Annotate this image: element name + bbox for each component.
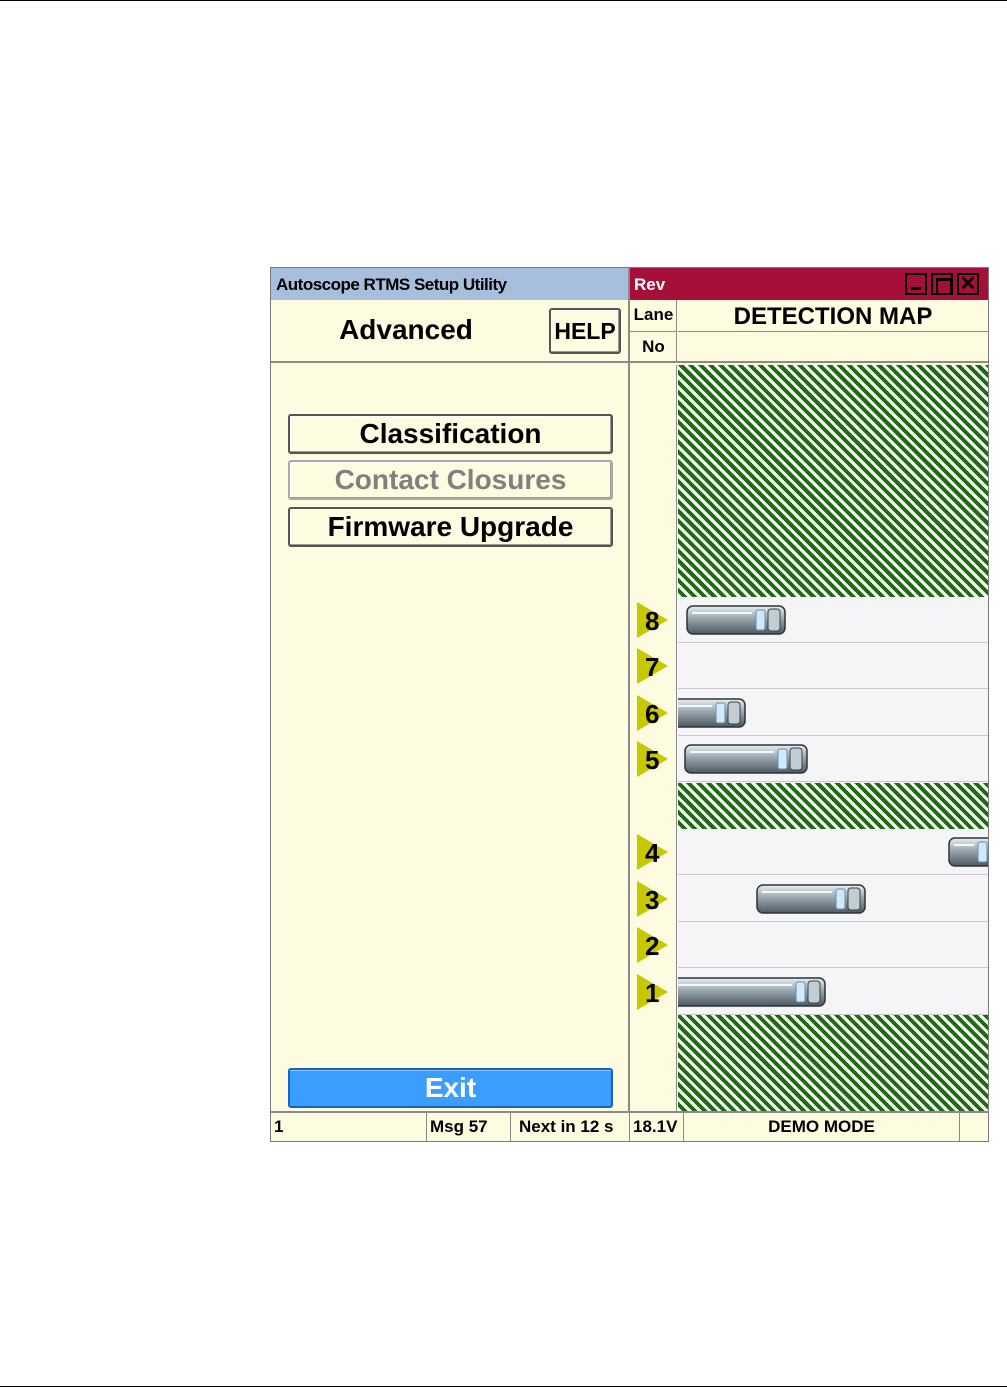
lane-marker-icon[interactable]: 8 [636,601,670,639]
status-cell-voltage: 18.1V [630,1113,684,1141]
lane-row [678,922,988,968]
lane-marker-icon[interactable]: 4 [636,833,670,871]
app-title: Autoscope RTMS Setup Utility [276,275,507,294]
lane-marker-icon[interactable]: 1 [636,973,670,1011]
status-cell-mode: DEMO MODE [684,1113,960,1141]
firmware-upgrade-button[interactable]: Firmware Upgrade [288,507,613,547]
left-pane: Autoscope RTMS Setup Utility Advanced HE… [271,268,630,1141]
lane-marker-icon[interactable]: 6 [636,694,670,732]
lane-number: 8 [645,606,660,636]
hatch-pattern [678,1015,988,1111]
help-button[interactable]: HELP [549,308,621,354]
lane-row [678,643,988,689]
lane-marker-icon[interactable]: 5 [636,740,670,778]
status-cell-address: 1 [271,1113,427,1141]
exit-button[interactable]: Exit [288,1068,613,1108]
lane-number: 2 [645,931,660,961]
left-title-bar[interactable]: Autoscope RTMS Setup Utility [271,268,628,300]
vehicle-icon [678,976,826,1008]
lane-row [678,969,988,1015]
lane-marker-icon[interactable]: 7 [636,647,670,685]
vehicle-icon [948,836,988,868]
lane-marker-icon[interactable]: 3 [636,880,670,918]
classification-button[interactable]: Classification [288,414,613,454]
status-cell-empty [960,1113,988,1141]
status-cell-countdown: Next in 12 s [511,1113,630,1141]
screen-title: Advanced [339,314,473,345]
lane-number: 5 [645,745,660,775]
detection-map: 8 7 6 5 4 3 2 1 [630,365,988,1111]
map-header-divider [678,331,988,332]
lane-number: 7 [645,652,660,682]
lane-number: 3 [645,885,660,915]
status-bar: 1 Msg 57 Next in 12 s 18.1V DEMO MODE [271,1111,988,1141]
detection-map-title: DETECTION MAP [733,303,933,330]
right-pane: Rev ✕ Lane No DETECTION MAP 8 7 6 5 4 3 2 1 [630,268,988,1141]
vehicle-icon [686,604,786,636]
vehicle-icon [684,743,808,775]
lane-header-divider [630,331,677,332]
lane-row [678,597,988,643]
lane-number: 6 [645,699,660,729]
lane-row [678,876,988,922]
lane-row [678,829,988,875]
vehicle-icon [756,883,866,915]
lane-header-label: Lane [633,305,674,324]
page-top-rule [0,0,1007,1]
lane-row [678,736,988,782]
screen-header: Advanced HELP [271,300,628,363]
lane-number-column: 8 7 6 5 4 3 2 1 [630,365,677,1111]
minimize-icon[interactable] [905,273,927,295]
maximize-icon[interactable] [931,273,953,295]
detection-map-area [678,365,988,1111]
detection-map-header: Lane No DETECTION MAP [630,300,988,363]
lane-row [678,690,988,736]
right-title-bar[interactable]: Rev ✕ [630,268,988,300]
lane-number: 1 [645,978,660,1008]
lane-number-header: Lane No [630,300,677,361]
close-icon[interactable]: ✕ [957,273,979,295]
hatch-pattern [678,365,988,597]
vehicle-icon [678,697,746,729]
hatch-pattern [678,783,988,829]
page-bottom-rule [0,1386,1007,1387]
rev-title: Rev [634,275,666,294]
lane-marker-icon[interactable]: 2 [636,926,670,964]
lane-number: 4 [645,838,660,868]
status-cell-message: Msg 57 [427,1113,511,1141]
rtms-setup-window: Autoscope RTMS Setup Utility Advanced HE… [270,267,989,1142]
contact-closures-button: Contact Closures [288,460,613,500]
no-header-label: No [642,337,665,356]
